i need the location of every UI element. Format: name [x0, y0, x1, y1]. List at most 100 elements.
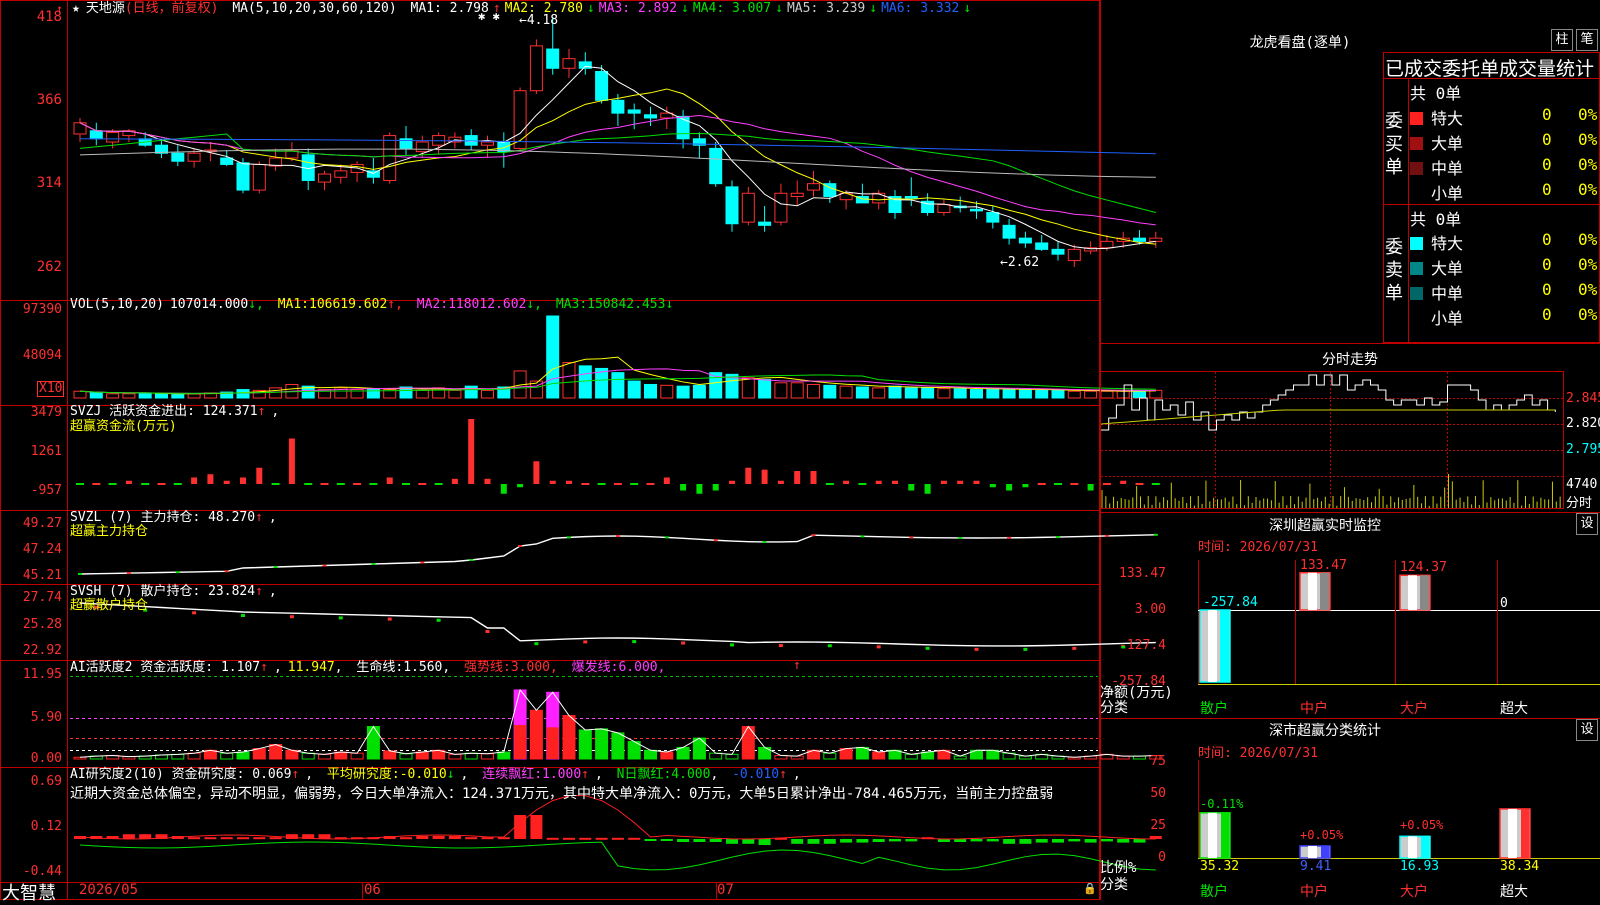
ma3-arrow: ↓: [681, 1, 689, 16]
ai2-bar: [252, 748, 266, 760]
research-bar: [220, 837, 233, 840]
svzl-mark: [78, 573, 82, 575]
research-bar: [481, 837, 494, 840]
research-bar: [693, 839, 706, 842]
svzj-axis-top: 3479: [30, 405, 62, 420]
svzj-axis-mid: 1261: [30, 444, 62, 459]
svzl-mark: [860, 535, 865, 538]
ai2-bar: [872, 751, 886, 760]
candle-body: [106, 131, 120, 143]
intraday-price-line: [1101, 374, 1556, 431]
ai2-strong: 3.000: [510, 660, 550, 675]
volume-bar: [1116, 390, 1130, 399]
ai2-life-label: 生命线:: [356, 660, 404, 675]
research-bar: [644, 839, 657, 841]
candle-body: [627, 109, 641, 114]
candle-body: [1035, 242, 1049, 250]
research-bar: [628, 837, 641, 840]
svzj-bar: [402, 483, 410, 485]
monitor-value-label: 124.37: [1400, 560, 1447, 575]
svzj-bar: [646, 483, 655, 485]
candle-body: [187, 152, 201, 162]
chart-mode[interactable]: (日线，前复权): [125, 1, 219, 16]
ai2-life: 1.560: [403, 660, 443, 675]
classify-bar-edge: [1321, 845, 1329, 858]
svzj-bar: [468, 419, 475, 484]
ai2-bar: [73, 756, 87, 760]
candle-body: [1002, 224, 1016, 239]
candle-body: [415, 141, 429, 153]
ai2-bar: [285, 749, 299, 760]
svzl-mark: [811, 534, 816, 537]
classify-delta-label: +0.05%: [1300, 828, 1344, 842]
sell-row-qty: 0: [1542, 280, 1552, 299]
lock-icon[interactable]: 🔒: [1083, 882, 1097, 895]
research-bar: [954, 839, 967, 842]
volume-bar: [73, 390, 87, 399]
ma2-arrow: ↓: [586, 1, 595, 16]
svzj-bar: [597, 483, 606, 485]
monitor-time: 时间: 2026/07/31: [1198, 540, 1318, 555]
sell-row-pct: 0%: [1578, 255, 1598, 274]
volume-bar: [187, 393, 201, 399]
buy-row-label: 大单: [1431, 134, 1464, 153]
order-stat-title: 已成交委托单成交量统计: [1385, 58, 1595, 80]
svzj-bar: [320, 483, 329, 485]
research-bar: [448, 836, 461, 839]
brand-logo[interactable]: 大智慧: [2, 879, 56, 905]
candle-body: [872, 192, 886, 204]
vol-unit[interactable]: X10: [37, 381, 65, 397]
svzj-bar: [973, 480, 980, 484]
bar-view-button[interactable]: 柱: [1551, 29, 1573, 51]
volume-bar: [122, 393, 136, 399]
volume-bar: [872, 387, 886, 399]
airesearch-header: AI研究度2(10) 资金研究度: 0.069↑, 平均研究度:-0.010↓,…: [70, 767, 801, 782]
research-bar: [726, 839, 738, 844]
color-swatch: [1410, 137, 1423, 150]
research-bar: [889, 839, 901, 842]
research-bar: [579, 837, 592, 840]
candle-body: [709, 147, 723, 185]
color-swatch: [1410, 187, 1423, 200]
svsh-mark: [583, 640, 588, 644]
svzl-sub: 超赢主力持仓: [70, 524, 149, 539]
candle-body: [807, 183, 820, 191]
svzj-bar: [1102, 483, 1111, 485]
star-icon[interactable]: ★: [72, 1, 80, 16]
monitor-bar-edge: [1320, 572, 1329, 610]
intraday-frame: [1100, 371, 1564, 509]
candle-body: [236, 162, 250, 191]
pen-view-button[interactable]: 笔: [1576, 29, 1598, 51]
vol-ma3-label: MA3:: [555, 297, 588, 312]
svsh-mark: [338, 616, 343, 620]
research-bar: [285, 834, 298, 839]
volume-bar: [562, 361, 576, 399]
svzl-mark: [126, 572, 131, 575]
svzj-bar: [517, 484, 524, 488]
airesearch-label: AI研究度2(10) 资金研究度:: [70, 767, 245, 782]
svsh-mark: [289, 615, 294, 619]
research-bar: [188, 837, 201, 840]
svzj-bar: [613, 483, 622, 485]
price-axis-label: 314: [36, 175, 62, 191]
svzj-bar: [825, 483, 834, 485]
sell-row-label: 小单: [1431, 309, 1464, 328]
monitor-settings-button[interactable]: 设: [1576, 513, 1598, 535]
ai2-bar: [236, 751, 250, 760]
candle-body: [644, 114, 657, 119]
classify-bar-highlight: [1308, 845, 1317, 858]
ai2-bar: [725, 753, 739, 760]
volume-bar: [855, 386, 869, 399]
main-chart-area[interactable]: [0, 0, 1600, 900]
volume-bar: [921, 387, 935, 399]
date-label-jun: 06: [364, 882, 381, 898]
svsh-axis-top: 27.74: [22, 590, 62, 605]
svzj-chart: [76, 419, 1160, 494]
classify-settings-button[interactable]: 设: [1576, 719, 1598, 741]
research-bar: [1035, 839, 1048, 843]
svzj-bar: [1054, 483, 1062, 485]
research-bar: [546, 837, 559, 840]
buy-row-label: 中单: [1431, 159, 1464, 178]
svzj-bar: [680, 484, 687, 491]
svzl-line: [79, 534, 1156, 575]
